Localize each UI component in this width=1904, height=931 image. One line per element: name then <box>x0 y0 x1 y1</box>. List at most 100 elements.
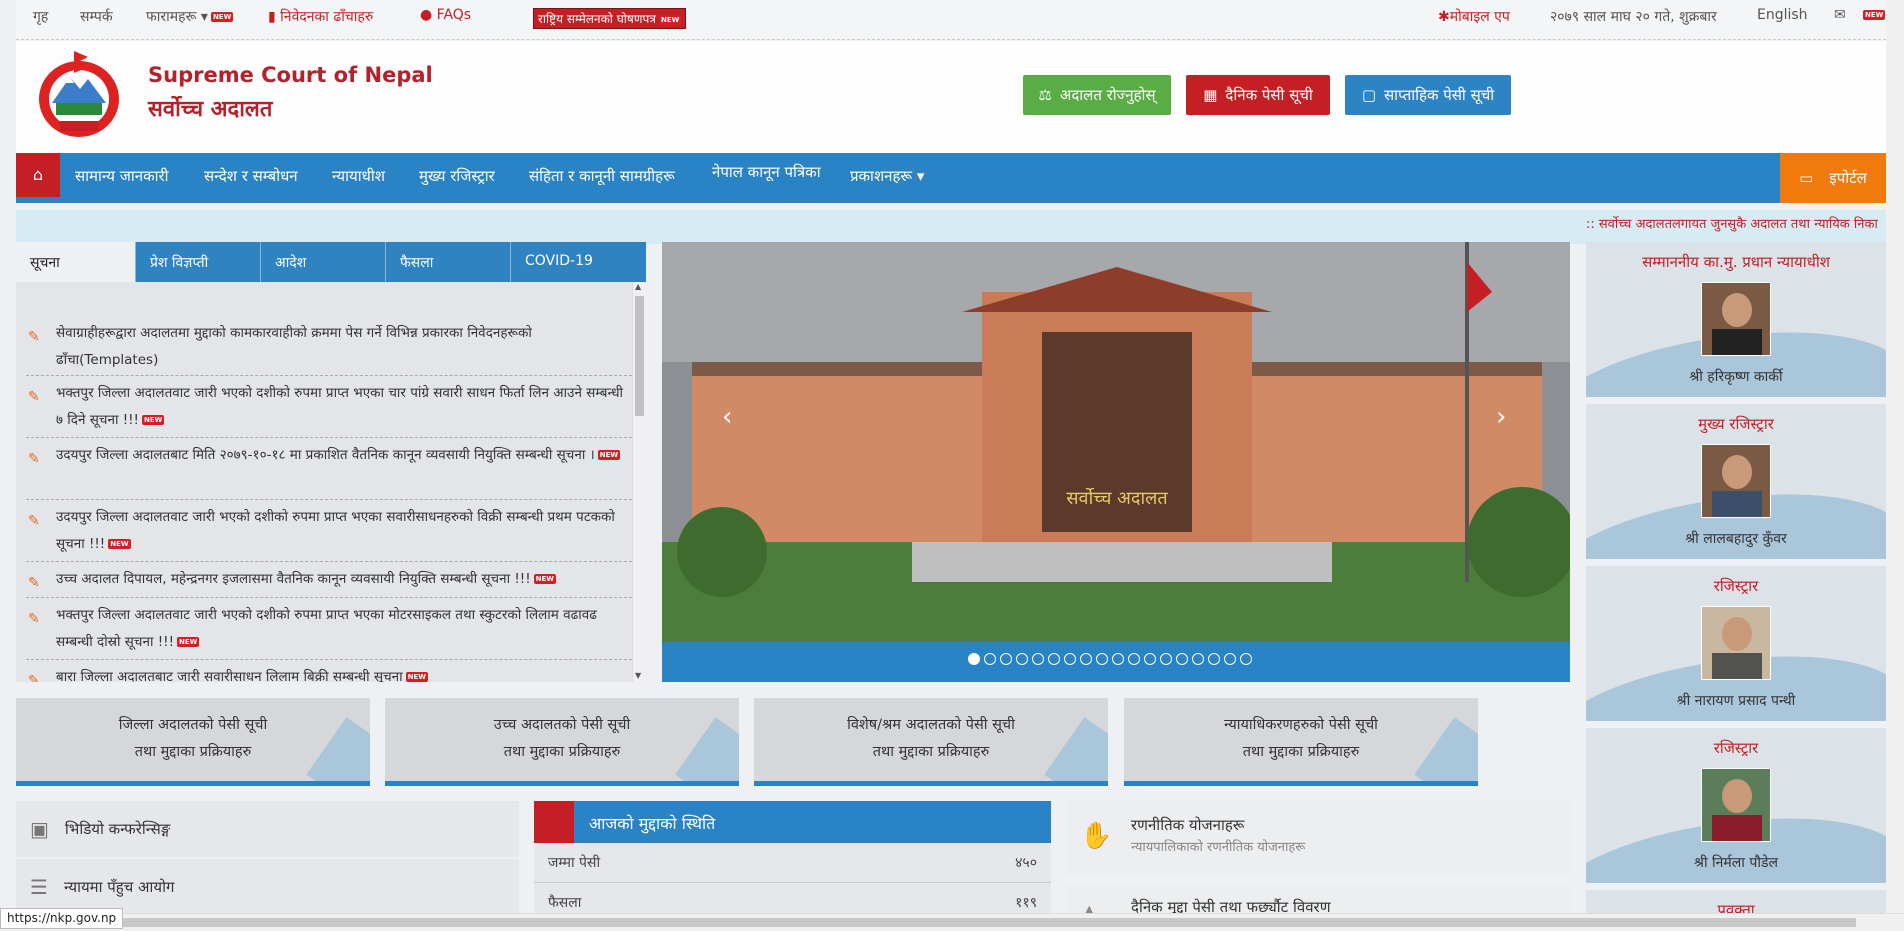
nepali-date: २०७९ साल माघ २० गते, शुक्रबार <box>1550 9 1717 25</box>
nav-nepal-law-journal[interactable]: नेपाल कानून पत्रिका <box>712 162 821 182</box>
notice-item[interactable]: ✎ उदयपुर जिल्ला अदालतवाट जारी भएको दशीको … <box>26 504 632 562</box>
notice-item[interactable]: ✎ भक्तपुर जिल्ला अदालतवाट जारी भएको दशीको… <box>26 380 632 438</box>
home-icon[interactable]: ⌂ <box>16 153 60 197</box>
carousel-dot[interactable] <box>1128 653 1140 665</box>
carousel-dot[interactable] <box>1032 653 1044 665</box>
high-court-cause-list-box[interactable]: उच्च अदालतको पेसी सूची तथा मुद्दाका प्रक्… <box>385 698 739 786</box>
supreme-court-building-image: सर्वोच्च अदालत <box>662 242 1570 642</box>
district-court-cause-list-box[interactable]: जिल्ला अदालतको पेसी सूची तथा मुद्दाका प्र… <box>16 698 370 786</box>
nav-general-info[interactable]: सामान्य जानकारी <box>75 166 169 186</box>
pin-icon: ✎ <box>28 329 40 345</box>
new-badge: NEW <box>108 539 131 549</box>
national-conf-link[interactable]: राष्ट्रिय सम्मेलनको घोषणपत्र NEW <box>533 8 687 29</box>
new-badge: NEW <box>176 637 200 647</box>
application-drafts-link[interactable]: ▮ निवेदनका ढाँचाहरु <box>268 7 373 26</box>
ticker-text: :: सर्वोच्च अदालतलगायत जुनसुकै अदालत तथा… <box>1586 217 1878 232</box>
new-badge: NEW <box>533 574 556 584</box>
strategic-plans-link[interactable]: ✋ रणनीतिक योजनाहरू न्यायपालिकाको रणनीतिक… <box>1066 801 1570 875</box>
nav-judges[interactable]: न्यायाधीश <box>332 166 385 186</box>
notice-scrollbar[interactable]: ▲ ▼ <box>632 282 646 682</box>
status-bar-url: https://nkp.gov.np <box>0 908 124 929</box>
nav-codes-legal-materials[interactable]: संहिता र कानूनी सामग्रीहरू <box>529 166 675 186</box>
carousel-next-icon[interactable]: › <box>1496 402 1506 432</box>
carousel-dot[interactable] <box>1144 653 1156 665</box>
carousel-dot[interactable] <box>1208 653 1220 665</box>
mobile-app-link[interactable]: ✱मोबाइल एप <box>1438 7 1510 26</box>
weekly-cause-list-button[interactable]: ▢ साप्ताहिक पेसी सूची <box>1345 75 1511 115</box>
tribunal-cause-list-box[interactable]: न्यायाधिकरणहरुको पेसी सूची तथा मुद्दाका प… <box>1124 698 1478 786</box>
carousel-dot[interactable] <box>984 653 996 665</box>
carousel-dot[interactable] <box>1192 653 1204 665</box>
official-photo <box>1701 444 1771 518</box>
status-row: जम्मा पेसी ४५० <box>534 843 1051 883</box>
home-link[interactable]: गृह <box>33 7 48 26</box>
video-conferencing-link[interactable]: ▣ भिडियो कन्फरेन्सिङ्ग <box>16 801 519 857</box>
official-card[interactable]: रजिस्ट्रार श्री निर्मला पौडेल <box>1586 728 1886 883</box>
video-file-icon: ▣ <box>30 817 49 841</box>
nepal-emblem-logo[interactable] <box>30 51 128 143</box>
english-language-link[interactable]: English <box>1757 7 1808 23</box>
notice-item[interactable]: ✎ सेवाग्राहीहरूद्वारा अदालतमा मुद्दाको का… <box>26 320 632 376</box>
scroll-up-icon[interactable]: ▲ <box>635 282 641 291</box>
carousel-dot[interactable] <box>1080 653 1092 665</box>
carousel-dot[interactable] <box>1064 653 1076 665</box>
new-badge: NEW <box>597 450 621 460</box>
caret-down-icon: ▾ <box>200 9 208 25</box>
tab-notice[interactable]: सूचना <box>16 242 136 282</box>
eportal-button[interactable]: ▭ इपोर्टल <box>1780 153 1886 203</box>
notice-item[interactable]: ✎ भक्तपुर जिल्ला अदालतवाट जारी भएको दशीको… <box>26 602 632 660</box>
main-nav: ⌂ सामान्य जानकारी सन्देश र सम्बोधन न्याय… <box>16 153 1886 203</box>
carousel-dot[interactable] <box>1112 653 1124 665</box>
notice-item[interactable]: ✎ उच्च अदालत दिपायल, महेन्द्रनगर इजलासमा … <box>26 566 632 598</box>
news-ticker[interactable]: :: सर्वोच्च अदालतलगायत जुनसुकै अदालत तथा… <box>16 210 1886 244</box>
carousel-dot[interactable] <box>1096 653 1108 665</box>
carousel-dot[interactable] <box>1160 653 1172 665</box>
official-card[interactable]: सम्माननीय का.मु. प्रधान न्यायाधीश श्री ह… <box>1586 242 1886 397</box>
mail-icon[interactable]: ✉ <box>1834 7 1846 23</box>
contact-link[interactable]: सम्पर्क <box>80 7 113 26</box>
forms-menu[interactable]: फारामहरू ▾ NEW <box>146 7 234 26</box>
image-carousel[interactable]: सर्वोच्च अदालत ‹ › <box>662 242 1570 682</box>
carousel-prev-icon[interactable]: ‹ <box>722 402 732 432</box>
official-name: श्री नारायण प्रसाद पन्थी <box>1676 693 1796 709</box>
horizontal-scrollbar[interactable] <box>0 913 1904 931</box>
pin-icon: ✎ <box>28 513 40 529</box>
scroll-thumb[interactable] <box>16 918 1856 927</box>
tab-press-release[interactable]: प्रेश विज्ञप्ती <box>136 242 261 282</box>
carousel-dot[interactable] <box>1240 653 1252 665</box>
official-card[interactable]: मुख्य रजिस्ट्रार श्री लालबहादुर कुँवर <box>1586 404 1886 559</box>
official-title: मुख्य रजिस्ट्रार <box>1698 415 1774 433</box>
official-card[interactable]: रजिस्ट्रार श्री नारायण प्रसाद पन्थी <box>1586 566 1886 721</box>
list-icon: ☰ <box>30 875 48 899</box>
carousel-dot[interactable] <box>1048 653 1060 665</box>
calendar-icon: ▢ <box>1361 86 1377 104</box>
official-photo <box>1701 606 1771 680</box>
notice-item[interactable]: ✎ बारा जिल्ला अदालतबाट जारी सवारीसाधन लिल… <box>26 664 632 682</box>
official-name: श्री हरिकृष्ण कार्की <box>1689 369 1783 385</box>
carousel-dot[interactable] <box>1016 653 1028 665</box>
vertical-scrollbar[interactable] <box>1886 0 1904 913</box>
carousel-dot[interactable] <box>1176 653 1188 665</box>
faqs-link[interactable]: ● FAQs <box>420 7 471 23</box>
access-to-justice-link[interactable]: ☰ न्यायमा पँहुच आयोग <box>16 859 519 915</box>
site-title-en: Supreme Court of Nepal <box>148 63 433 87</box>
handshake-icon: ✋ <box>1080 821 1113 851</box>
new-badge: NEW <box>141 415 165 425</box>
carousel-dot[interactable] <box>1000 653 1012 665</box>
nav-messages[interactable]: सन्देश र सम्बोधन <box>204 166 298 186</box>
scroll-thumb[interactable] <box>635 296 644 416</box>
nav-publications[interactable]: प्रकाशनहरू ▾ <box>850 166 924 186</box>
tab-verdicts[interactable]: फैसला <box>386 242 511 282</box>
nav-chief-registrar[interactable]: मुख्य रजिस्ट्रार <box>419 166 495 186</box>
notice-tabs: सूचना प्रेश विज्ञप्ती आदेश फैसला COVID-1… <box>16 242 646 282</box>
select-court-button[interactable]: ⚖ अदालत रोज्नुहोस् <box>1023 75 1171 115</box>
carousel-dot[interactable] <box>968 653 980 665</box>
special-labour-court-cause-list-box[interactable]: विशेष/श्रम अदालतको पेसी सूची तथा मुद्दाका… <box>754 698 1108 786</box>
scroll-down-icon[interactable]: ▼ <box>635 671 641 680</box>
document-icon: ▮ <box>268 9 276 25</box>
tab-covid-19[interactable]: COVID-19 <box>511 242 646 282</box>
carousel-dot[interactable] <box>1224 653 1236 665</box>
tab-orders[interactable]: आदेश <box>261 242 386 282</box>
daily-cause-list-button[interactable]: ▦ दैनिक पेसी सूची <box>1186 75 1330 115</box>
notice-item[interactable]: ✎ उदयपुर जिल्ला अदालतबाट मिति २०७९-१०-१८ … <box>26 442 632 500</box>
